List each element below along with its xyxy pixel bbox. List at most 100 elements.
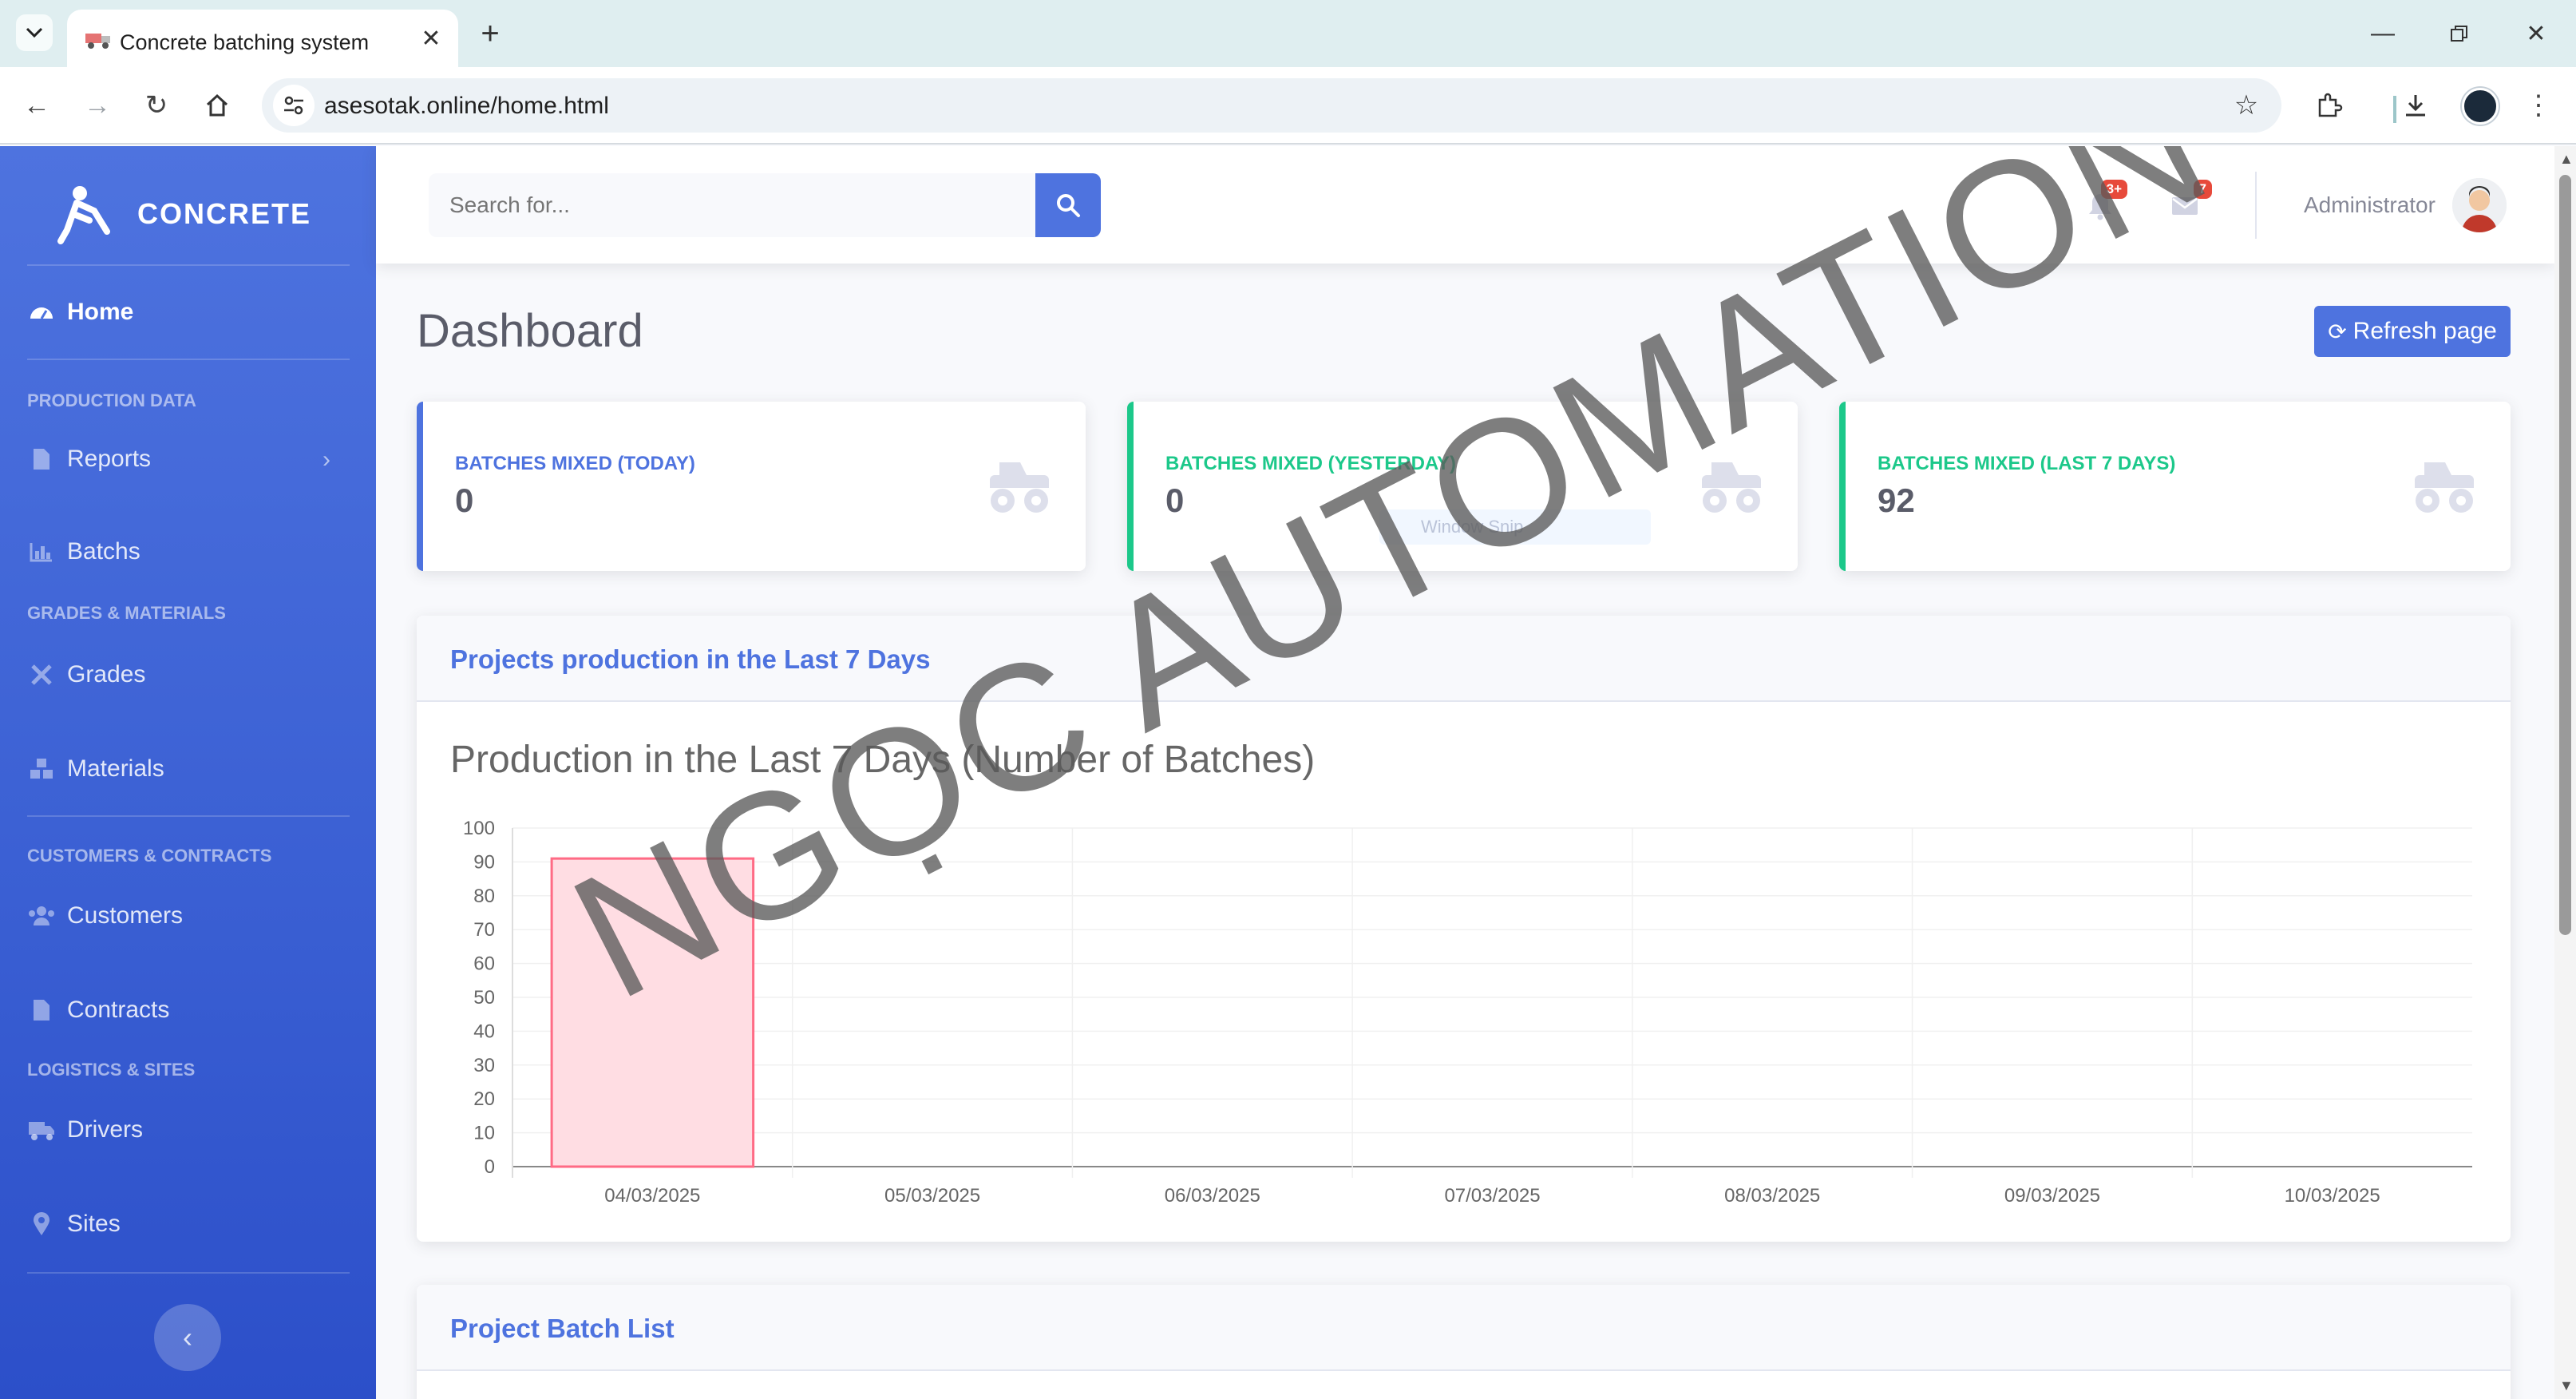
x-tick-label: 08/03/2025 — [1724, 1185, 1820, 1207]
y-tick-label: 40 — [473, 1021, 495, 1042]
y-tick-label: 70 — [473, 919, 495, 941]
sidebar-item-customers[interactable]: Customers — [27, 892, 350, 940]
tab-search-button[interactable] — [16, 14, 53, 51]
file-icon — [27, 996, 56, 1024]
bookmark-star-icon[interactable]: ☆ — [2226, 85, 2267, 126]
file-icon — [27, 445, 56, 474]
x-tick-label: 09/03/2025 — [2004, 1185, 2100, 1207]
y-tick-label: 0 — [485, 1156, 495, 1178]
sidebar: CONCRETE Home PRODUCTION DATA Reports › … — [0, 146, 376, 1399]
minimize-button[interactable]: — — [2347, 11, 2419, 56]
monster-truck-icon — [1702, 462, 1761, 513]
back-icon[interactable]: ← — [16, 85, 57, 126]
ghost-tooltip: Window Snip — [1379, 509, 1651, 545]
sidebar-item-label: Home — [67, 299, 134, 325]
reload-icon[interactable]: ↻ — [136, 85, 177, 126]
dashboard-gauge-icon — [27, 298, 56, 327]
tools-icon — [27, 660, 56, 689]
page-viewport: CONCRETE Home PRODUCTION DATA Reports › … — [0, 146, 2554, 1399]
browser-tab-active[interactable]: Concrete batching system ✕ — [67, 10, 458, 67]
sidebar-item-label: Reports — [67, 446, 152, 472]
sidebar-item-label: Contracts — [67, 997, 170, 1023]
x-tick-label: 10/03/2025 — [2285, 1185, 2380, 1207]
window-close-button[interactable]: ✕ — [2500, 11, 2572, 56]
user-name[interactable]: Administrator — [2304, 192, 2436, 218]
y-tick-label: 80 — [473, 886, 495, 907]
sidebar-toggle-button[interactable]: ‹ — [154, 1304, 221, 1371]
sidebar-divider — [27, 1272, 350, 1274]
sidebar-item-sites[interactable]: Sites — [27, 1200, 350, 1248]
x-tick-label: 07/03/2025 — [1444, 1185, 1540, 1207]
x-tick-label: 06/03/2025 — [1165, 1185, 1260, 1207]
forward-icon[interactable]: → — [77, 85, 118, 126]
chevron-down-icon — [26, 27, 43, 38]
search-button[interactable] — [1035, 173, 1101, 237]
browser-chrome: Concrete batching system ✕ + — ✕ ← → ↻ a… — [0, 0, 2576, 145]
sidebar-item-grades[interactable]: Grades — [27, 651, 350, 699]
y-tick-label: 60 — [473, 953, 495, 975]
chart-panel-title: Projects production in the Last 7 Days — [450, 644, 931, 674]
batch-list-title: Project Batch List — [450, 1314, 675, 1343]
restore-icon — [2451, 26, 2467, 42]
stat-card-label: BATCHES MIXED (YESTERDAY) — [1165, 453, 1457, 474]
browser-toolbar: ← → ↻ asesotak.online/home.html ☆ ⋮ — [0, 67, 2576, 145]
home-icon[interactable] — [196, 85, 238, 126]
refresh-label: Refresh page — [2352, 318, 2497, 344]
sidebar-item-materials[interactable]: Materials — [27, 745, 350, 793]
topbar-divider — [2255, 172, 2257, 239]
extensions-icon[interactable] — [2309, 85, 2350, 126]
page-title: Dashboard — [417, 305, 643, 357]
alerts-badge: 3+ — [2100, 180, 2127, 199]
sidebar-brand[interactable]: CONCRETE — [53, 178, 311, 250]
y-tick-label: 100 — [463, 818, 495, 839]
refresh-page-button[interactable]: ⟳ Refresh page — [2314, 306, 2511, 357]
search-input[interactable] — [429, 173, 1035, 237]
x-tick-label: 04/03/2025 — [604, 1185, 700, 1207]
messages-dropdown[interactable]: 7 — [2161, 180, 2212, 228]
scroll-down-arrow-icon[interactable]: ▼ — [2559, 1377, 2574, 1394]
site-settings-icon[interactable] — [273, 85, 315, 126]
address-bar[interactable]: asesotak.online/home.html ☆ — [262, 78, 2281, 133]
sidebar-heading-customers: CUSTOMERS & CONTRACTS — [27, 846, 272, 866]
stat-card-value: 92 — [1878, 482, 1915, 519]
profile-avatar[interactable] — [2462, 88, 2499, 125]
chevron-right-icon: › — [322, 446, 330, 473]
sidebar-divider — [27, 264, 350, 266]
chart-panel-header: Projects production in the Last 7 Days — [417, 616, 2511, 702]
tune-icon — [284, 96, 303, 115]
sidebar-item-label: Sites — [67, 1211, 121, 1237]
tab-bar: Concrete batching system ✕ + — ✕ — [0, 0, 2576, 67]
bar — [550, 857, 755, 1168]
menu-kebab-icon[interactable]: ⋮ — [2518, 85, 2559, 126]
user-avatar[interactable] — [2452, 178, 2507, 232]
alerts-dropdown[interactable]: 3+ — [2076, 180, 2127, 228]
scroll-up-arrow-icon[interactable]: ▲ — [2559, 151, 2574, 168]
sidebar-item-label: Batchs — [67, 538, 140, 565]
sidebar-item-reports[interactable]: Reports › — [27, 435, 350, 483]
restore-button[interactable] — [2424, 11, 2495, 56]
sidebar-heading-production: PRODUCTION DATA — [27, 390, 196, 410]
y-tick-label: 20 — [473, 1088, 495, 1110]
new-tab-button[interactable]: + — [473, 16, 508, 51]
sidebar-item-home[interactable]: Home — [27, 288, 350, 336]
house-icon — [206, 93, 228, 117]
tab-close-icon[interactable]: ✕ — [415, 22, 447, 54]
chart-title: Production in the Last 7 Days (Number of… — [450, 739, 1315, 781]
search-icon — [1057, 194, 1080, 217]
scrollbar-thumb[interactable] — [2559, 175, 2571, 935]
sidebar-item-contracts[interactable]: Contracts — [27, 986, 350, 1034]
cubes-icon — [27, 755, 56, 783]
x-tick-label: 05/03/2025 — [884, 1185, 980, 1207]
batch-list-header: Project Batch List — [417, 1285, 2511, 1371]
sidebar-item-drivers[interactable]: Drivers — [27, 1106, 350, 1154]
users-icon — [27, 902, 56, 930]
concrete-logo-icon — [57, 186, 110, 244]
download-icon[interactable] — [2395, 85, 2436, 126]
tab-title: Concrete batching system — [120, 30, 370, 54]
topbar: 3+ 7 Administrator — [376, 146, 2554, 264]
batch-list-panel: Project Batch List — [417, 1285, 2511, 1399]
avatar-illustration-icon — [2452, 178, 2507, 232]
page-scrollbar[interactable]: ▲ ▼ — [2554, 146, 2576, 1399]
sidebar-item-label: Drivers — [67, 1116, 143, 1143]
sidebar-item-batchs[interactable]: Batchs — [27, 528, 350, 576]
